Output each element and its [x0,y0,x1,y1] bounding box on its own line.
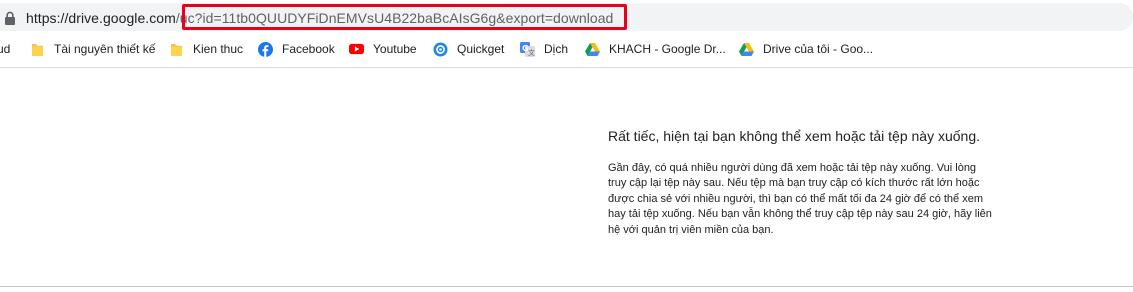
error-message: Gần đây, có quá nhiều người dùng đã xem … [608,161,1028,238]
google-drive-icon [739,42,754,57]
bookmark-drive-cua-toi[interactable]: Drive của tôi - Goo... [739,40,873,58]
bookmark-label: Kien thuc [193,42,244,56]
bookmark-label: KHACH - Google Dr... [609,42,726,56]
bookmark-label: Youtube [373,42,417,56]
svg-text:文: 文 [528,48,535,57]
bookmark-label: Drive của tôi - Goo... [763,42,874,56]
google-translate-icon: G 文 [520,41,535,57]
page-content: Rất tiếc, hiện tại bạn không thể xem hoặ… [0,68,1133,286]
bookmark-ud[interactable]: ud [0,40,10,58]
bookmark-dich[interactable]: G 文 Dịch [520,40,568,58]
bookmark-label: Facebook [282,42,335,56]
page-bottom-border [0,286,1133,287]
error-message-line: hệ với quản trị viên miền của bạn. [608,223,774,236]
quickget-icon [433,42,448,57]
bookmark-kien-thuc[interactable]: Kien thuc [169,40,243,58]
address-row: https://drive.google.com/uc?id=11tb0QUUD… [0,0,1133,34]
bookmark-youtube[interactable]: Youtube [349,40,417,58]
google-drive-icon [585,42,600,57]
error-message-line: hay tải tệp xuống. Nếu bạn vẫn không thể… [608,208,992,221]
bookmark-quickget[interactable]: Quickget [433,40,504,58]
url-highlight-box [182,4,627,30]
url-host: https://drive.google.com [26,10,176,26]
bookmark-khach-google-drive[interactable]: KHACH - Google Dr... [585,40,726,58]
facebook-icon [258,41,273,57]
error-message-line: Gần đây, có quá nhiều người dùng đã xem … [608,162,977,174]
bookmarks-bar: ud Tài nguyên thiết kế Kien thuc Faceboo… [0,34,1133,64]
youtube-icon [349,42,364,57]
lock-icon[interactable] [4,11,16,25]
error-message-line: được chia sẻ với nhiều người, thì bạn có… [608,192,984,205]
folder-icon [30,42,45,57]
bookmark-label: ud [0,42,11,56]
error-title: Rất tiếc, hiện tại bạn không thể xem hoặ… [608,128,981,144]
bookmark-tai-nguyen-thiet-ke[interactable]: Tài nguyên thiết kế [30,40,155,58]
bookmark-label: Tài nguyên thiết kế [54,42,156,56]
bookmark-label: Quickget [457,42,505,56]
folder-icon [169,42,184,57]
bookmark-label: Dịch [544,42,569,56]
bookmark-facebook[interactable]: Facebook [258,40,335,58]
error-message-line: truy cập lại tệp này sau. Nếu tệp mà bạn… [608,177,980,190]
